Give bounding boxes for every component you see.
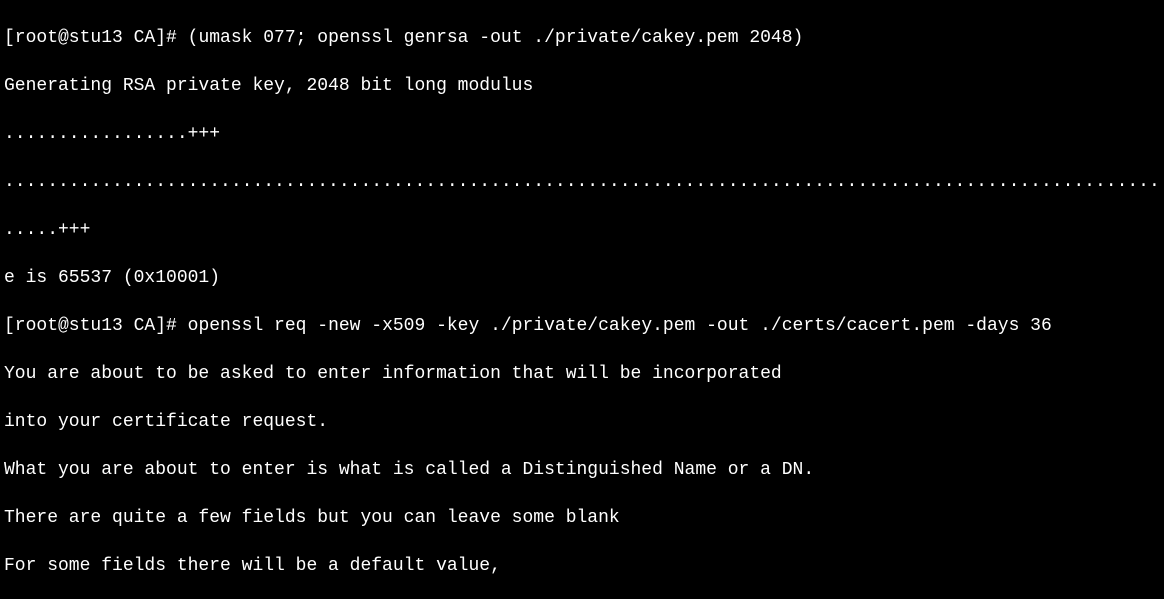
output-line: What you are about to enter is what is c… <box>4 458 1160 482</box>
command-text: (umask 077; openssl genrsa -out ./privat… <box>188 28 804 48</box>
output-line: e is 65537 (0x10001) <box>4 266 1160 290</box>
shell-prompt: [root@stu13 CA]# <box>4 316 188 336</box>
output-line: .....+++ <box>4 218 1160 242</box>
output-line: [root@stu13 CA]# openssl req -new -x509 … <box>4 314 1160 338</box>
output-line: For some fields there will be a default … <box>4 554 1160 578</box>
output-line: You are about to be asked to enter infor… <box>4 362 1160 386</box>
command-text: openssl req -new -x509 -key ./private/ca… <box>188 316 1052 336</box>
output-line: .................+++ <box>4 122 1160 146</box>
output-line: ........................................… <box>4 170 1160 194</box>
terminal[interactable]: [root@stu13 CA]# (umask 077; openssl gen… <box>0 0 1164 599</box>
output-line: Generating RSA private key, 2048 bit lon… <box>4 74 1160 98</box>
output-line: into your certificate request. <box>4 410 1160 434</box>
output-line: [root@stu13 CA]# (umask 077; openssl gen… <box>4 26 1160 50</box>
shell-prompt: [root@stu13 CA]# <box>4 28 188 48</box>
output-line: There are quite a few fields but you can… <box>4 506 1160 530</box>
